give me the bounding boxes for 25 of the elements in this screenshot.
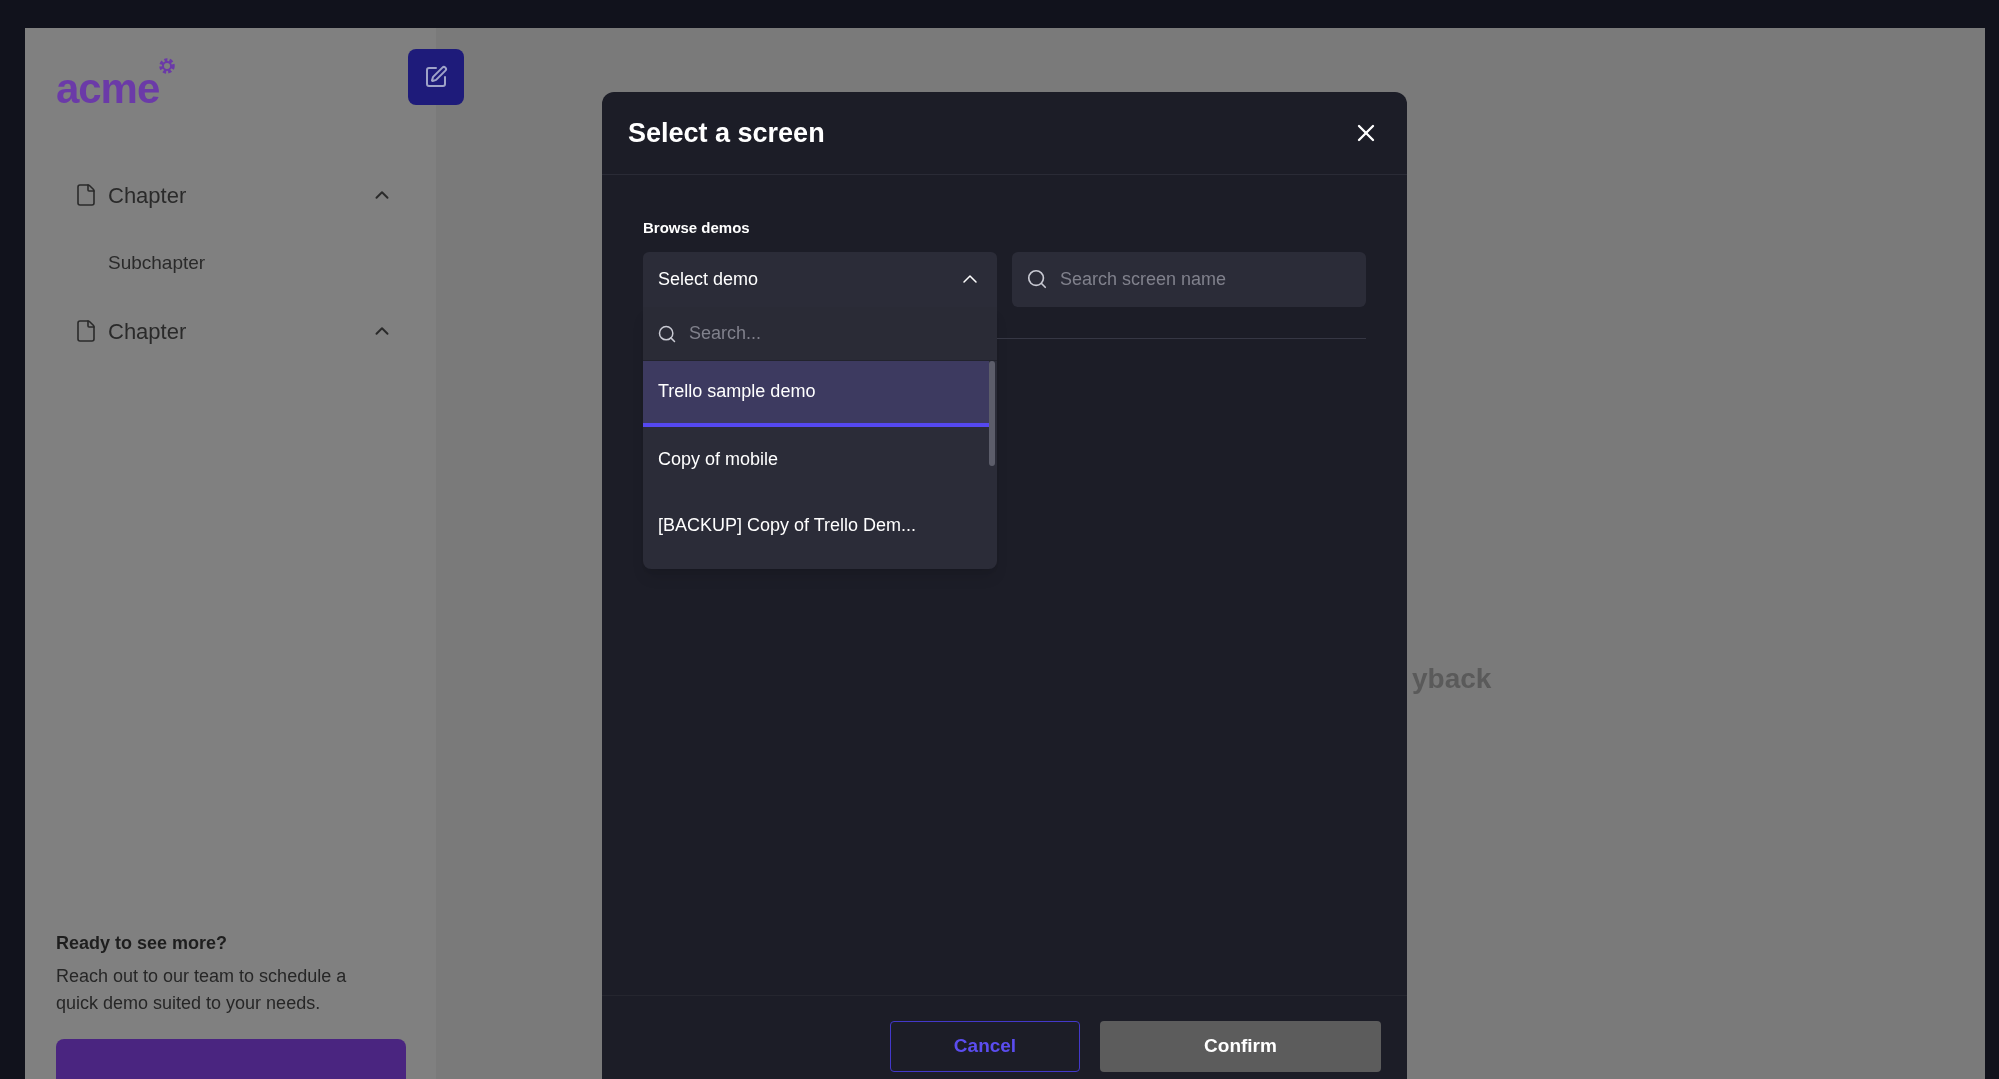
logo: acme [56,68,160,110]
chapter-label: Chapter [108,317,188,346]
scrollbar-thumb[interactable] [989,360,995,466]
edit-button[interactable] [408,49,464,105]
dropdown-search-field[interactable]: Search... [643,306,997,361]
cta-text: Reach out to our team to schedule a quick demo suited to your needs. [56,965,348,1015]
subchapter-item[interactable]: Subchapter [56,220,405,306]
chapter-item[interactable]: Chapter [56,306,405,356]
modal-title: Select a screen [628,116,826,150]
chapter-label: Chapter [108,181,188,210]
section-label: Browse demos [643,218,751,238]
document-icon [74,319,98,343]
gear-icon [157,56,178,76]
dropdown-option[interactable]: [BACKUP] Copy of Trello Dem... [643,492,989,559]
dropdown-option[interactable]: Copy of mobile [643,426,989,493]
document-icon [74,183,98,207]
cta-title: Ready to see more? [56,932,229,955]
confirm-button[interactable]: Confirm [1100,1020,1381,1072]
search-icon [657,323,677,344]
chapter-item[interactable]: Chapter [56,170,405,220]
screen-search-field[interactable]: Search screen name [1012,251,1366,307]
search-icon [1026,267,1048,290]
edit-icon [424,65,448,89]
demo-select[interactable]: Select demo [643,251,997,307]
dropdown-option[interactable]: Trello sample demo [643,360,989,427]
